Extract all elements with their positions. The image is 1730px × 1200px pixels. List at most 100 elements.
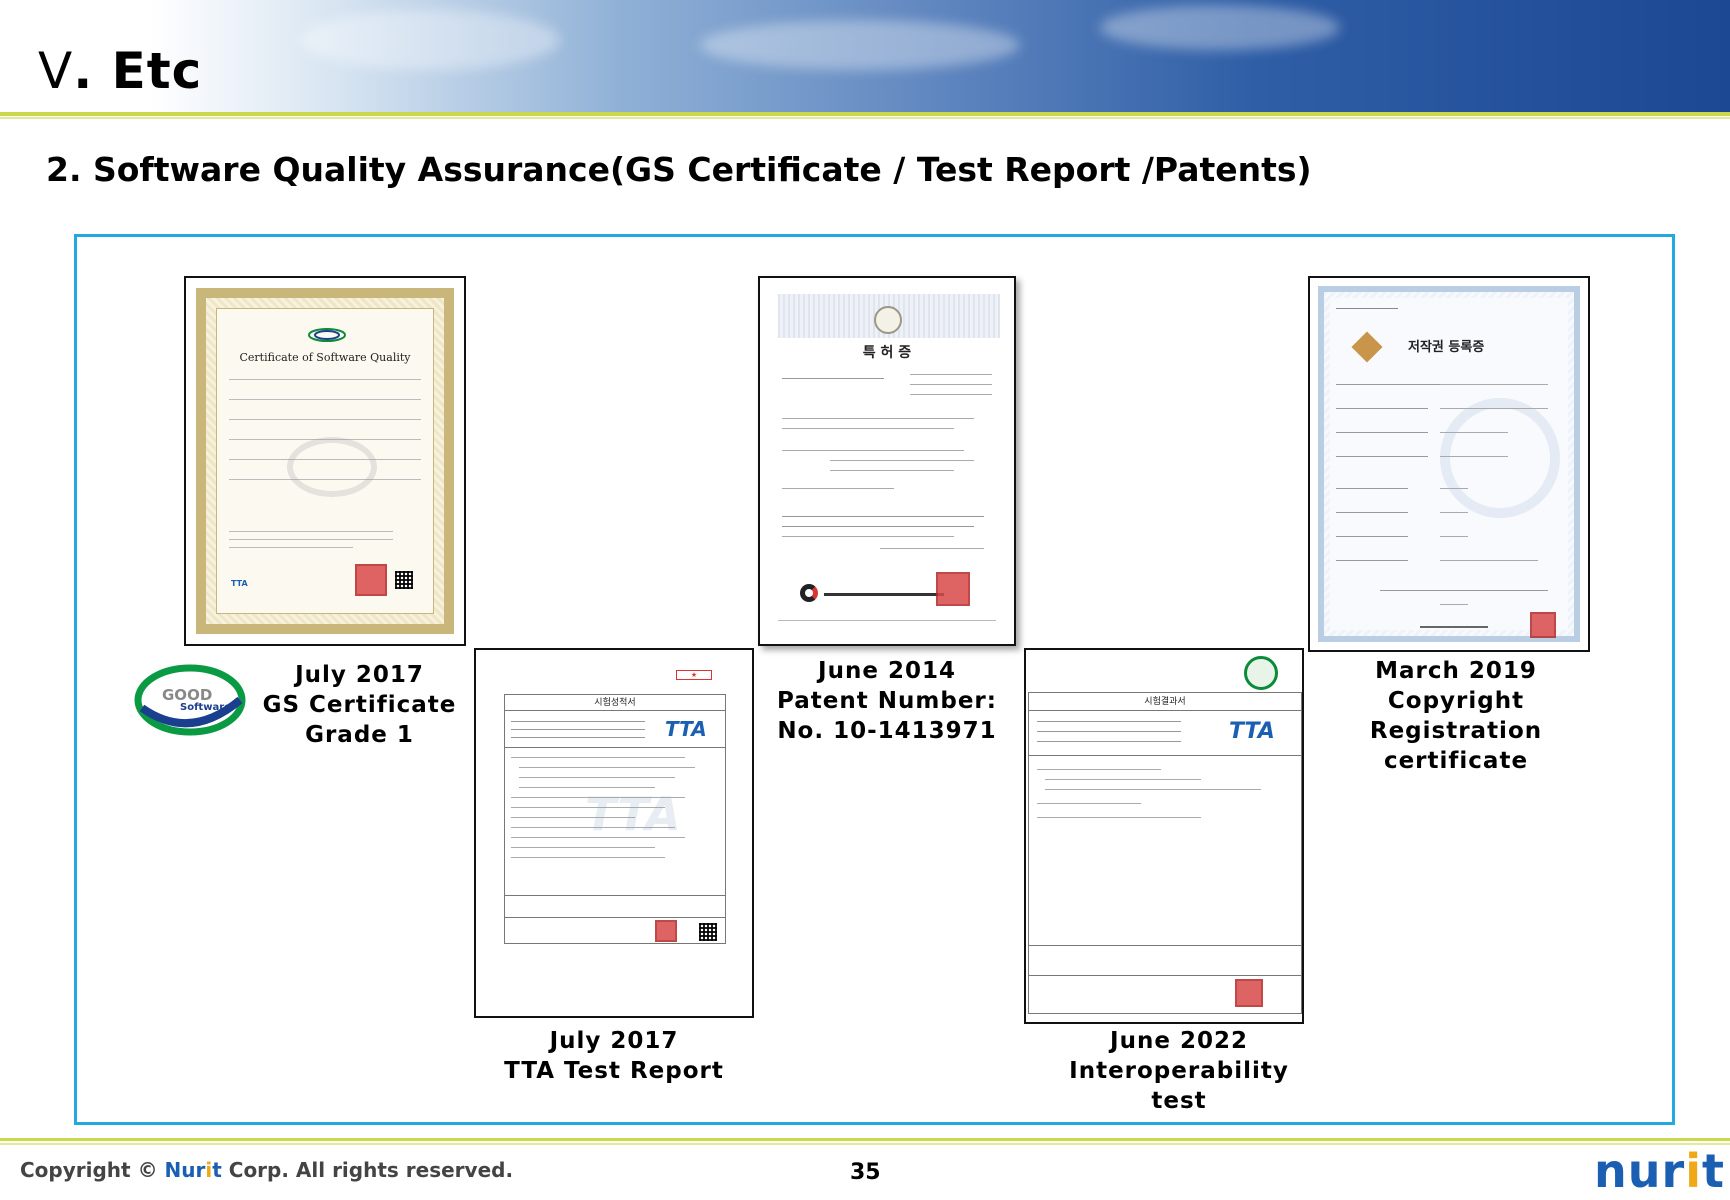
caption-title: GS Certificate <box>262 692 457 718</box>
copyright-caption: March 2019 Copyright Registration certif… <box>1338 656 1574 776</box>
copyright-certificate-image: 저작권 등록증 <box>1308 276 1590 652</box>
copyright-prefix: Copyright © <box>20 1158 165 1182</box>
text-line <box>1045 779 1201 780</box>
caption-detail: Grade 1 <box>305 722 414 748</box>
official-seal-icon <box>355 564 387 596</box>
chapter-numeral: Ⅴ <box>38 42 74 100</box>
text-line <box>1037 803 1141 804</box>
caption-date: June 2014 <box>818 658 956 684</box>
text-line <box>229 547 353 548</box>
text-line <box>1336 536 1408 537</box>
logo-accent: i <box>1685 1144 1702 1198</box>
good-software-logo-subtext: Software <box>180 702 231 713</box>
table-rule <box>1029 975 1301 976</box>
caption-title: Patent Number: <box>777 688 997 714</box>
text-line <box>782 536 954 537</box>
patent-certificate-image: 특 허 증 <box>758 276 1016 646</box>
text-line <box>782 526 974 527</box>
text-line <box>1037 731 1181 732</box>
good-software-mini-logo-icon <box>308 328 346 342</box>
official-seal-icon <box>655 920 677 942</box>
certificate-body: Certificate of Software Quality TTA <box>216 308 434 614</box>
caption-title: Interoperability <box>1069 1058 1289 1084</box>
text-line <box>910 374 992 375</box>
text-line <box>1336 512 1408 513</box>
text-line <box>782 450 964 451</box>
tta-mini-logo-icon: TTA <box>231 579 248 588</box>
form-line <box>229 399 421 400</box>
interoperability-test-image: 시험결과서 TTA <box>1024 648 1304 1024</box>
text-line <box>782 418 974 419</box>
text-line <box>910 394 992 395</box>
gs-certificate-image: Certificate of Software Quality TTA <box>184 276 466 646</box>
official-seal-icon <box>1530 612 1556 638</box>
section-title: 2. Software Quality Assurance(GS Certifi… <box>46 150 1312 189</box>
text-line <box>1380 590 1548 591</box>
copyright-suffix: Corp. All rights reserved. <box>221 1158 514 1182</box>
table-rule <box>505 895 725 896</box>
text-line <box>782 378 884 379</box>
copyright-heading: 저작권 등록증 <box>1408 340 1485 355</box>
footer-divider <box>0 1138 1730 1141</box>
text-line <box>782 428 954 429</box>
text-line <box>1045 789 1261 790</box>
caption-title: TTA Test Report <box>504 1058 724 1084</box>
official-seal-icon <box>936 572 970 606</box>
brand-part: t <box>212 1158 222 1182</box>
text-line <box>1440 488 1468 489</box>
text-line <box>511 757 685 758</box>
caption-detail: Registration <box>1369 718 1543 744</box>
text-line <box>1440 560 1538 561</box>
form-line <box>229 379 421 380</box>
document-tag: ★ <box>676 670 712 680</box>
text-line <box>1336 432 1428 433</box>
text-line <box>519 777 675 778</box>
caption-date: June 2022 <box>1110 1028 1248 1054</box>
table-rule <box>1029 755 1301 756</box>
qr-code-icon <box>699 923 717 941</box>
text-line <box>229 531 393 532</box>
copyright-brand: Nurit <box>165 1158 222 1182</box>
report-table: 시험성적서 TTA TTA <box>504 694 726 944</box>
cloud-decoration <box>1100 5 1340 50</box>
cloud-decoration <box>700 20 1020 70</box>
official-seal-icon <box>1235 979 1263 1007</box>
nurit-logo: nurit <box>1594 1148 1725 1194</box>
caption-date: March 2019 <box>1375 658 1537 684</box>
text-line <box>830 460 974 461</box>
table-rule <box>505 917 725 918</box>
text-line <box>1336 560 1408 561</box>
certificate-heading: Certificate of Software Quality <box>239 351 411 364</box>
text-line <box>1037 741 1181 742</box>
text-line <box>1336 308 1398 309</box>
footer-divider-thin <box>0 1143 1730 1145</box>
text-line <box>229 539 393 540</box>
text-line <box>1037 817 1201 818</box>
tta-logo-icon: TTA <box>665 717 707 741</box>
text-line <box>1420 626 1488 628</box>
kipo-logo-icon <box>800 584 818 602</box>
tta-watermark-icon: TTA <box>585 787 681 841</box>
tta-test-report-caption: July 2017 TTA Test Report <box>474 1026 754 1086</box>
logo-part: nur <box>1594 1144 1686 1198</box>
text-line <box>910 384 992 385</box>
header-divider <box>0 112 1730 116</box>
brand-part: Nur <box>164 1158 206 1182</box>
chapter-name: . Etc <box>73 42 203 100</box>
text-line <box>1440 456 1508 457</box>
text-line <box>1440 604 1468 605</box>
caption-detail: test <box>1151 1088 1207 1114</box>
text-line <box>519 767 695 768</box>
gs-certificate-caption: July 2017 GS Certificate Grade 1 <box>252 660 467 750</box>
cloud-decoration <box>300 10 560 70</box>
text-line <box>1440 384 1548 385</box>
text-line <box>830 470 954 471</box>
report-heading: 시험성적서 <box>505 695 725 711</box>
text-line <box>1440 512 1468 513</box>
text-line <box>1440 536 1468 537</box>
certificate-body: 저작권 등록증 <box>1330 298 1568 638</box>
form-line <box>229 419 421 420</box>
logo-part: t <box>1701 1144 1725 1198</box>
caption-detail: No. 10-1413971 <box>777 718 997 744</box>
page-number: 35 <box>850 1160 881 1185</box>
